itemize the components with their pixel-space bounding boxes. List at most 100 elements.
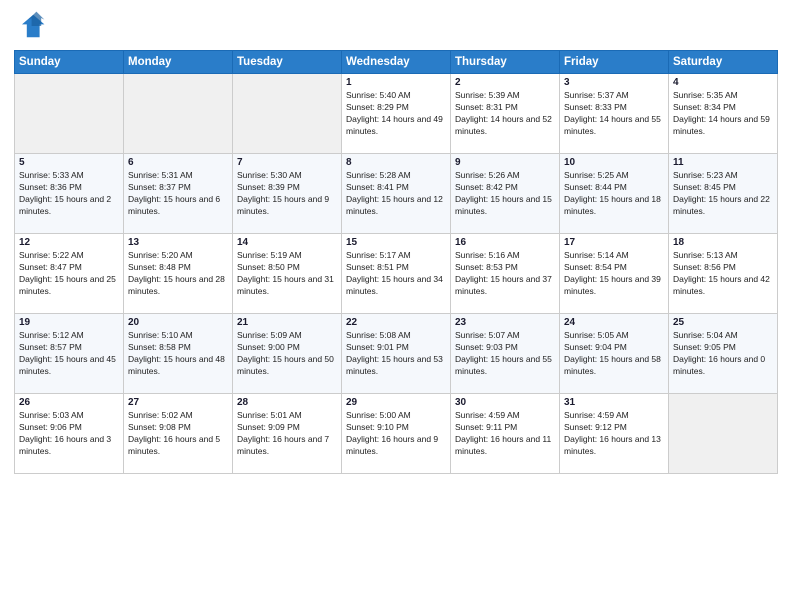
day-number: 7 (237, 157, 337, 168)
calendar-cell: 4 Sunrise: 5:35 AMSunset: 8:34 PMDayligh… (669, 74, 778, 154)
day-info: Sunrise: 5:04 AMSunset: 9:05 PMDaylight:… (673, 330, 773, 378)
calendar-cell: 27 Sunrise: 5:02 AMSunset: 9:08 PMDaylig… (124, 394, 233, 474)
calendar-cell: 25 Sunrise: 5:04 AMSunset: 9:05 PMDaylig… (669, 314, 778, 394)
day-number: 25 (673, 317, 773, 328)
day-number: 5 (19, 157, 119, 168)
weekday-header-saturday: Saturday (669, 51, 778, 74)
day-number: 28 (237, 397, 337, 408)
day-info: Sunrise: 5:17 AMSunset: 8:51 PMDaylight:… (346, 250, 446, 298)
calendar-cell: 1 Sunrise: 5:40 AMSunset: 8:29 PMDayligh… (342, 74, 451, 154)
weekday-header-tuesday: Tuesday (233, 51, 342, 74)
weekday-header-sunday: Sunday (15, 51, 124, 74)
page-container: SundayMondayTuesdayWednesdayThursdayFrid… (0, 0, 792, 484)
calendar-cell: 7 Sunrise: 5:30 AMSunset: 8:39 PMDayligh… (233, 154, 342, 234)
day-number: 13 (128, 237, 228, 248)
calendar-cell: 5 Sunrise: 5:33 AMSunset: 8:36 PMDayligh… (15, 154, 124, 234)
day-info: Sunrise: 5:40 AMSunset: 8:29 PMDaylight:… (346, 90, 446, 138)
day-info: Sunrise: 5:08 AMSunset: 9:01 PMDaylight:… (346, 330, 446, 378)
calendar-cell: 8 Sunrise: 5:28 AMSunset: 8:41 PMDayligh… (342, 154, 451, 234)
calendar-cell: 9 Sunrise: 5:26 AMSunset: 8:42 PMDayligh… (451, 154, 560, 234)
day-number: 19 (19, 317, 119, 328)
day-info: Sunrise: 5:03 AMSunset: 9:06 PMDaylight:… (19, 410, 119, 458)
day-info: Sunrise: 5:23 AMSunset: 8:45 PMDaylight:… (673, 170, 773, 218)
day-info: Sunrise: 5:02 AMSunset: 9:08 PMDaylight:… (128, 410, 228, 458)
day-info: Sunrise: 5:30 AMSunset: 8:39 PMDaylight:… (237, 170, 337, 218)
week-row-5: 26 Sunrise: 5:03 AMSunset: 9:06 PMDaylig… (15, 394, 778, 474)
week-row-1: 1 Sunrise: 5:40 AMSunset: 8:29 PMDayligh… (15, 74, 778, 154)
day-info: Sunrise: 5:33 AMSunset: 8:36 PMDaylight:… (19, 170, 119, 218)
day-number: 9 (455, 157, 555, 168)
weekday-header-wednesday: Wednesday (342, 51, 451, 74)
day-number: 1 (346, 77, 446, 88)
calendar-cell: 2 Sunrise: 5:39 AMSunset: 8:31 PMDayligh… (451, 74, 560, 154)
day-number: 29 (346, 397, 446, 408)
day-info: Sunrise: 5:37 AMSunset: 8:33 PMDaylight:… (564, 90, 664, 138)
day-number: 16 (455, 237, 555, 248)
day-number: 27 (128, 397, 228, 408)
week-row-4: 19 Sunrise: 5:12 AMSunset: 8:57 PMDaylig… (15, 314, 778, 394)
day-number: 21 (237, 317, 337, 328)
day-info: Sunrise: 5:31 AMSunset: 8:37 PMDaylight:… (128, 170, 228, 218)
day-number: 4 (673, 77, 773, 88)
calendar-cell: 14 Sunrise: 5:19 AMSunset: 8:50 PMDaylig… (233, 234, 342, 314)
calendar-cell: 10 Sunrise: 5:25 AMSunset: 8:44 PMDaylig… (560, 154, 669, 234)
day-info: Sunrise: 5:07 AMSunset: 9:03 PMDaylight:… (455, 330, 555, 378)
calendar-cell: 19 Sunrise: 5:12 AMSunset: 8:57 PMDaylig… (15, 314, 124, 394)
weekday-header-friday: Friday (560, 51, 669, 74)
day-number: 20 (128, 317, 228, 328)
day-number: 22 (346, 317, 446, 328)
calendar-table: SundayMondayTuesdayWednesdayThursdayFrid… (14, 50, 778, 474)
day-info: Sunrise: 5:26 AMSunset: 8:42 PMDaylight:… (455, 170, 555, 218)
day-info: Sunrise: 5:13 AMSunset: 8:56 PMDaylight:… (673, 250, 773, 298)
header (14, 10, 778, 42)
day-info: Sunrise: 4:59 AMSunset: 9:12 PMDaylight:… (564, 410, 664, 458)
day-number: 3 (564, 77, 664, 88)
calendar-cell: 3 Sunrise: 5:37 AMSunset: 8:33 PMDayligh… (560, 74, 669, 154)
day-info: Sunrise: 5:28 AMSunset: 8:41 PMDaylight:… (346, 170, 446, 218)
day-number: 6 (128, 157, 228, 168)
day-info: Sunrise: 5:25 AMSunset: 8:44 PMDaylight:… (564, 170, 664, 218)
weekday-header-row: SundayMondayTuesdayWednesdayThursdayFrid… (15, 51, 778, 74)
day-number: 26 (19, 397, 119, 408)
logo (14, 10, 48, 42)
week-row-2: 5 Sunrise: 5:33 AMSunset: 8:36 PMDayligh… (15, 154, 778, 234)
calendar-cell: 29 Sunrise: 5:00 AMSunset: 9:10 PMDaylig… (342, 394, 451, 474)
day-number: 24 (564, 317, 664, 328)
day-number: 17 (564, 237, 664, 248)
calendar-cell: 28 Sunrise: 5:01 AMSunset: 9:09 PMDaylig… (233, 394, 342, 474)
day-info: Sunrise: 5:00 AMSunset: 9:10 PMDaylight:… (346, 410, 446, 458)
calendar-cell: 23 Sunrise: 5:07 AMSunset: 9:03 PMDaylig… (451, 314, 560, 394)
calendar-cell: 16 Sunrise: 5:16 AMSunset: 8:53 PMDaylig… (451, 234, 560, 314)
day-info: Sunrise: 5:09 AMSunset: 9:00 PMDaylight:… (237, 330, 337, 378)
calendar-cell: 21 Sunrise: 5:09 AMSunset: 9:00 PMDaylig… (233, 314, 342, 394)
day-number: 10 (564, 157, 664, 168)
day-number: 23 (455, 317, 555, 328)
calendar-cell (15, 74, 124, 154)
calendar-cell: 11 Sunrise: 5:23 AMSunset: 8:45 PMDaylig… (669, 154, 778, 234)
calendar-cell: 15 Sunrise: 5:17 AMSunset: 8:51 PMDaylig… (342, 234, 451, 314)
day-info: Sunrise: 5:35 AMSunset: 8:34 PMDaylight:… (673, 90, 773, 138)
weekday-header-monday: Monday (124, 51, 233, 74)
day-number: 30 (455, 397, 555, 408)
calendar-cell: 6 Sunrise: 5:31 AMSunset: 8:37 PMDayligh… (124, 154, 233, 234)
calendar-cell: 22 Sunrise: 5:08 AMSunset: 9:01 PMDaylig… (342, 314, 451, 394)
day-info: Sunrise: 5:10 AMSunset: 8:58 PMDaylight:… (128, 330, 228, 378)
logo-icon (14, 10, 46, 42)
calendar-cell (124, 74, 233, 154)
day-info: Sunrise: 5:22 AMSunset: 8:47 PMDaylight:… (19, 250, 119, 298)
day-info: Sunrise: 5:39 AMSunset: 8:31 PMDaylight:… (455, 90, 555, 138)
day-number: 8 (346, 157, 446, 168)
calendar-cell: 13 Sunrise: 5:20 AMSunset: 8:48 PMDaylig… (124, 234, 233, 314)
calendar-cell: 12 Sunrise: 5:22 AMSunset: 8:47 PMDaylig… (15, 234, 124, 314)
calendar-cell: 18 Sunrise: 5:13 AMSunset: 8:56 PMDaylig… (669, 234, 778, 314)
calendar-cell: 24 Sunrise: 5:05 AMSunset: 9:04 PMDaylig… (560, 314, 669, 394)
calendar-cell: 26 Sunrise: 5:03 AMSunset: 9:06 PMDaylig… (15, 394, 124, 474)
day-number: 14 (237, 237, 337, 248)
calendar-cell: 30 Sunrise: 4:59 AMSunset: 9:11 PMDaylig… (451, 394, 560, 474)
weekday-header-thursday: Thursday (451, 51, 560, 74)
day-number: 2 (455, 77, 555, 88)
calendar-cell (233, 74, 342, 154)
day-info: Sunrise: 5:16 AMSunset: 8:53 PMDaylight:… (455, 250, 555, 298)
day-info: Sunrise: 4:59 AMSunset: 9:11 PMDaylight:… (455, 410, 555, 458)
calendar-cell: 20 Sunrise: 5:10 AMSunset: 8:58 PMDaylig… (124, 314, 233, 394)
